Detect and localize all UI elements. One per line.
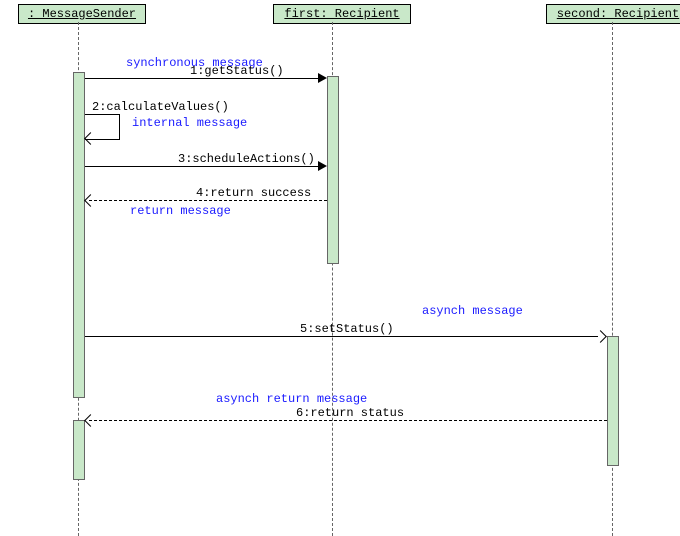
- participant-label: first: Recipient: [284, 7, 399, 21]
- participant-first: first: Recipient: [273, 4, 411, 24]
- message-1-line: [85, 78, 318, 79]
- message-3-arrow: [318, 161, 327, 171]
- activation-sender-1: [73, 72, 85, 398]
- annotation-return: return message: [130, 204, 231, 218]
- activation-second: [607, 336, 619, 466]
- message-4-arrow: [84, 194, 97, 207]
- message-6-line: [89, 420, 607, 421]
- message-3-line: [85, 166, 318, 167]
- message-6-label: 6:return status: [296, 406, 404, 420]
- participant-sender: : MessageSender: [18, 4, 146, 24]
- message-5-label: 5:setStatus(): [300, 322, 394, 336]
- activation-sender-2: [73, 420, 85, 480]
- message-5-arrow: [594, 330, 607, 343]
- participant-second: second: Recipient: [546, 4, 680, 24]
- annotation-internal: internal message: [132, 116, 247, 130]
- activation-first: [327, 76, 339, 264]
- message-5-line: [85, 336, 598, 337]
- message-6-arrow: [84, 414, 97, 427]
- participant-label: : MessageSender: [28, 7, 136, 21]
- message-3-label: 3:scheduleActions(): [178, 152, 315, 166]
- message-4-line: [89, 200, 327, 201]
- participant-label: second: Recipient: [557, 7, 679, 21]
- message-1-arrow: [318, 73, 327, 83]
- message-1-label: 1:getStatus(): [190, 64, 284, 78]
- message-4-label: 4:return success: [196, 186, 311, 200]
- annotation-async-return: asynch return message: [216, 392, 367, 406]
- annotation-async: asynch message: [422, 304, 523, 318]
- sequence-diagram: : MessageSender first: Recipient second:…: [0, 0, 680, 536]
- message-2-label: 2:calculateValues(): [92, 100, 229, 114]
